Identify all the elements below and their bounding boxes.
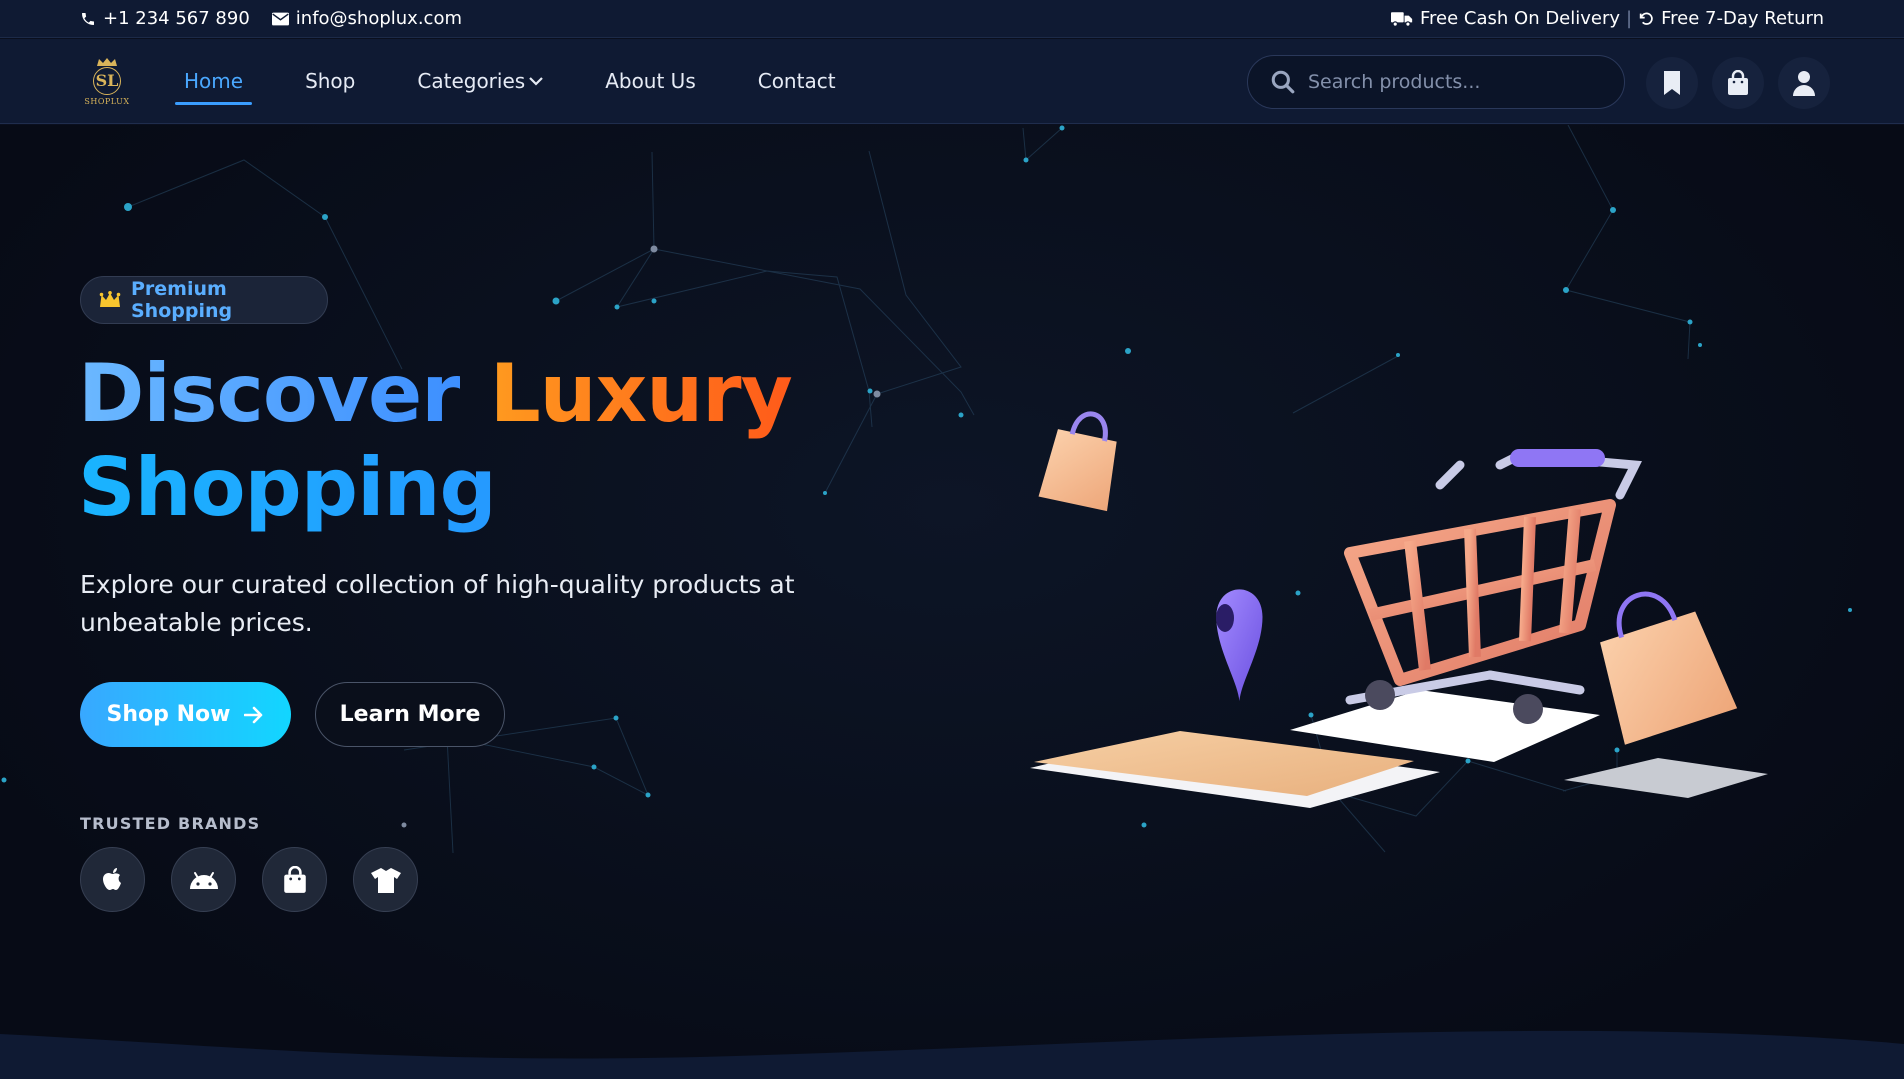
learn-more-button[interactable]: Learn More bbox=[315, 682, 505, 747]
delivery-info: Free Cash On Delivery bbox=[1391, 8, 1620, 29]
chevron-down-icon bbox=[529, 76, 543, 86]
hero-bottom-wave bbox=[0, 1030, 1904, 1079]
envelope-icon bbox=[271, 12, 289, 26]
shopping-bag-icon bbox=[282, 865, 308, 894]
nav-actions bbox=[1646, 57, 1830, 109]
nav-categories-label: Categories bbox=[417, 69, 526, 93]
email-address: info@shoplux.com bbox=[295, 8, 462, 29]
logo-mark: SL bbox=[93, 66, 121, 95]
crown-icon bbox=[97, 57, 117, 66]
user-icon bbox=[1792, 70, 1816, 96]
phone-number: +1 234 567 890 bbox=[103, 8, 250, 29]
nav-about[interactable]: About Us bbox=[605, 63, 696, 99]
account-button[interactable] bbox=[1778, 57, 1830, 109]
search-input[interactable] bbox=[1308, 71, 1602, 93]
return-info: Free 7-Day Return bbox=[1638, 8, 1824, 29]
shopping-cart-illustration bbox=[1030, 411, 1768, 808]
nav-categories[interactable]: Categories bbox=[417, 63, 543, 99]
hero-section: Premium Shopping Discover Luxury Shopping… bbox=[0, 125, 1904, 1079]
return-text: Free 7-Day Return bbox=[1661, 8, 1824, 29]
arrow-right-icon bbox=[244, 706, 264, 724]
trusted-brands-label: TRUSTED BRANDS bbox=[80, 814, 261, 833]
cart-button[interactable] bbox=[1712, 57, 1764, 109]
email-contact[interactable]: info@shoplux.com bbox=[271, 8, 462, 29]
brand-shopping[interactable] bbox=[262, 847, 327, 912]
divider: | bbox=[1626, 8, 1633, 29]
logo-text: SHOPLUX bbox=[84, 96, 130, 106]
brand-apparel[interactable] bbox=[353, 847, 418, 912]
premium-badge: Premium Shopping bbox=[80, 276, 328, 324]
shoplux-logo[interactable]: SL SHOPLUX bbox=[80, 54, 134, 108]
wishlist-button[interactable] bbox=[1646, 57, 1698, 109]
hero-description: Explore our curated collection of high-q… bbox=[80, 570, 795, 637]
top-info-bar: +1 234 567 890 info@shoplux.com Free Cas… bbox=[0, 0, 1904, 38]
search-bar[interactable] bbox=[1247, 55, 1625, 109]
brand-android[interactable] bbox=[171, 847, 236, 912]
hero-title: Discover Luxury Shopping bbox=[78, 347, 793, 535]
shop-now-label: Shop Now bbox=[106, 702, 231, 727]
crown-icon bbox=[99, 291, 121, 309]
apple-icon bbox=[101, 866, 125, 894]
badge-label: Premium Shopping bbox=[131, 278, 233, 322]
nav-menu: Home Shop Categories About Us Contact bbox=[174, 63, 898, 105]
tshirt-icon bbox=[370, 866, 402, 894]
phone-icon bbox=[80, 11, 96, 27]
phone-contact[interactable]: +1 234 567 890 bbox=[80, 8, 250, 29]
shopping-bag-icon bbox=[1726, 70, 1750, 96]
hero-title-word-discover: Discover bbox=[78, 347, 461, 440]
hero-title-word-luxury: Luxury bbox=[489, 347, 793, 440]
brand-apple[interactable] bbox=[80, 847, 145, 912]
undo-icon bbox=[1638, 11, 1654, 27]
bookmark-icon bbox=[1662, 70, 1682, 96]
truck-icon bbox=[1391, 11, 1413, 27]
delivery-text: Free Cash On Delivery bbox=[1420, 8, 1621, 29]
hero-title-word-shopping: Shopping bbox=[78, 441, 792, 535]
trusted-brands-list bbox=[80, 847, 418, 912]
nav-shop[interactable]: Shop bbox=[305, 63, 355, 99]
nav-home[interactable]: Home bbox=[174, 63, 253, 105]
android-icon bbox=[188, 869, 220, 891]
main-navigation: SL SHOPLUX Home Shop Categories About Us… bbox=[0, 39, 1904, 124]
shop-now-button[interactable]: Shop Now bbox=[80, 682, 291, 747]
nav-contact[interactable]: Contact bbox=[758, 63, 836, 99]
search-icon bbox=[1270, 69, 1296, 95]
